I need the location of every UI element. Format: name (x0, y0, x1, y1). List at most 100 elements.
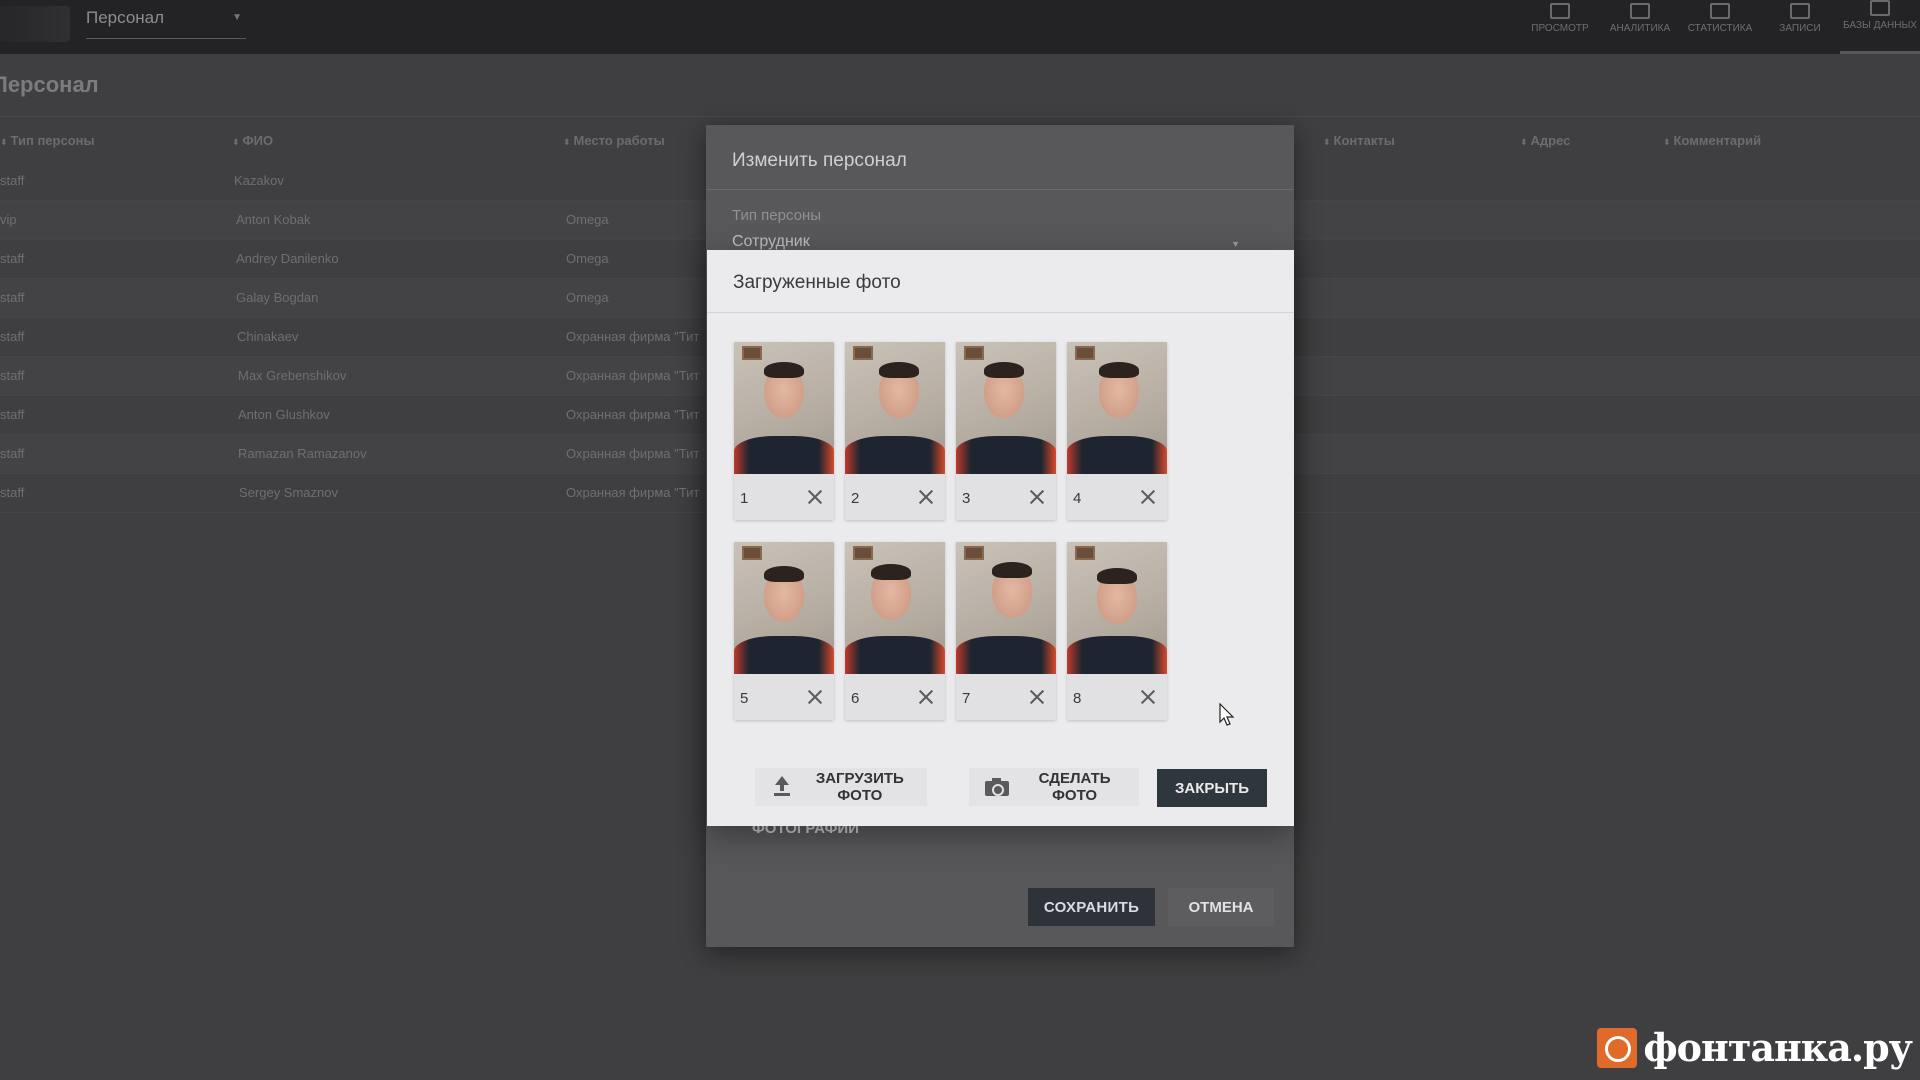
cell-workplace: Omega (566, 290, 609, 305)
sort-icon: ⬍ (1663, 137, 1671, 147)
face-photo (845, 342, 945, 474)
photo-number: 5 (740, 690, 749, 707)
sort-icon: ⬍ (1323, 137, 1331, 147)
face-photo (956, 542, 1056, 674)
cell-name: Anton Glushkov (238, 407, 330, 422)
camera-icon (985, 777, 1010, 797)
photo-card[interactable]: 7 (956, 542, 1056, 720)
dialog-title: Загруженные фото (733, 272, 901, 293)
cell-type: staff (0, 173, 25, 188)
cell-name: Anton Kobak (236, 212, 311, 227)
page-title: Персонал (0, 72, 99, 97)
close-icon[interactable] (1139, 688, 1157, 706)
close-icon[interactable] (917, 488, 935, 506)
database-icon (1870, 0, 1890, 16)
sort-icon: ⬍ (1520, 137, 1528, 147)
nav-label: АНАЛИТИКА (1609, 23, 1671, 34)
nav-view[interactable]: ПРОСМОТР (1520, 0, 1600, 54)
app-logo (0, 6, 70, 42)
close-icon[interactable] (1139, 488, 1157, 506)
top-nav: ПРОСМОТР АНАЛИТИКА СТАТИСТИКА ЗАПИСИ БАЗ… (1520, 0, 1920, 54)
photo-card[interactable]: 1 (734, 342, 834, 520)
close-icon[interactable] (806, 688, 824, 706)
cell-type: staff (0, 485, 25, 500)
watermark-text: фонтанка.ру (1643, 1025, 1913, 1070)
column-header-workplace[interactable]: ⬍ Место работы (563, 133, 665, 148)
column-label: Адрес (1530, 133, 1571, 148)
column-label: Место работы (573, 133, 665, 148)
cell-name: Sergey Smaznov (239, 485, 338, 500)
chart-icon (1710, 3, 1730, 19)
section-select[interactable]: Персонал ▼ (86, 8, 246, 39)
cell-workplace: Охранная фирма "Тит (566, 485, 700, 500)
face-photo (734, 342, 834, 474)
cell-name: Galay Bogdan (236, 290, 319, 305)
photo-card[interactable]: 3 (956, 342, 1056, 520)
cell-type: staff (0, 368, 25, 383)
save-button[interactable]: СОХРАНИТЬ (1028, 888, 1155, 926)
take-photo-label: СДЕЛАТЬ ФОТО (1038, 770, 1111, 804)
photo-card[interactable]: 8 (1067, 542, 1167, 720)
photo-card[interactable]: 2 (845, 342, 945, 520)
take-photo-button[interactable]: СДЕЛАТЬ ФОТО (969, 768, 1139, 806)
cell-workplace: Охранная фирма "Тит (566, 368, 700, 383)
cancel-button[interactable]: ОТМЕНА (1168, 888, 1274, 926)
cell-type: staff (0, 251, 25, 266)
cell-name: Ramazan Ramazanov (238, 446, 367, 461)
watermark: фонтанка.ру (1597, 1025, 1913, 1070)
photo-card[interactable]: 5 (734, 542, 834, 720)
photo-number: 4 (1073, 490, 1082, 507)
nav-statistics[interactable]: СТАТИСТИКА (1680, 0, 1760, 54)
nav-analytics[interactable]: АНАЛИТИКА (1600, 0, 1680, 54)
cell-workplace: Охранная фирма "Тит (566, 329, 700, 344)
close-button[interactable]: ЗАКРЫТЬ (1157, 769, 1267, 807)
column-header-address[interactable]: ⬍ Адрес (1520, 133, 1570, 148)
close-icon[interactable] (806, 488, 824, 506)
nav-databases[interactable]: БАЗЫ ДАННЫХ (1840, 0, 1920, 54)
upload-photo-button[interactable]: ЗАГРУЗИТЬ ФОТО (755, 768, 927, 806)
section-select-value: Персонал (86, 8, 165, 27)
cell-type: staff (0, 290, 25, 305)
photo-number: 3 (962, 490, 971, 507)
face-photo (956, 342, 1056, 474)
nav-records[interactable]: ЗАПИСИ (1760, 0, 1840, 54)
column-header-type[interactable]: ⬍ Тип персоны (0, 133, 95, 148)
nav-label: БАЗЫ ДАННЫХ (1843, 20, 1917, 31)
photo-card[interactable]: 4 (1067, 342, 1167, 520)
column-header-comment[interactable]: ⬍ Комментарий (1663, 133, 1761, 148)
document-icon (1630, 3, 1650, 19)
sort-icon: ⬍ (563, 137, 571, 147)
cell-type: staff (0, 446, 25, 461)
column-label: ФИО (242, 133, 274, 148)
person-type-select[interactable]: Сотрудник (732, 233, 810, 251)
cell-name: Kazakov (234, 173, 284, 188)
close-icon[interactable] (1028, 688, 1046, 706)
photo-number: 1 (740, 490, 749, 507)
close-icon[interactable] (1028, 488, 1046, 506)
column-header-contacts[interactable]: ⬍ Контакты (1323, 133, 1395, 148)
sort-icon: ⬍ (0, 137, 8, 147)
nav-label: ЗАПИСИ (1779, 23, 1821, 34)
cell-type: vip (0, 212, 17, 227)
divider (0, 116, 1920, 117)
cell-type: staff (0, 329, 25, 344)
chevron-down-icon: ▼ (1231, 239, 1240, 249)
cell-workplace: Omega (566, 212, 609, 227)
face-photo (1067, 542, 1167, 674)
top-bar: Персонал ▼ ПРОСМОТР АНАЛИТИКА СТАТИСТИКА… (0, 0, 1920, 54)
nav-label: СТАТИСТИКА (1687, 23, 1753, 34)
cell-workplace: Охранная фирма "Тит (566, 446, 700, 461)
monitor-icon (1550, 3, 1570, 19)
column-header-name[interactable]: ⬍ ФИО (232, 133, 273, 148)
watermark-logo-icon (1597, 1027, 1638, 1068)
video-icon (1790, 3, 1810, 19)
close-icon[interactable] (917, 688, 935, 706)
modal-title: Изменить персонал (732, 150, 907, 171)
chevron-down-icon: ▼ (232, 12, 242, 23)
person-type-label: Тип персоны (732, 207, 822, 224)
divider (707, 312, 1294, 313)
face-photo (1067, 342, 1167, 474)
column-label: Контакты (1333, 133, 1395, 148)
cell-workplace: Охранная фирма "Тит (566, 407, 700, 422)
photo-card[interactable]: 6 (845, 542, 945, 720)
